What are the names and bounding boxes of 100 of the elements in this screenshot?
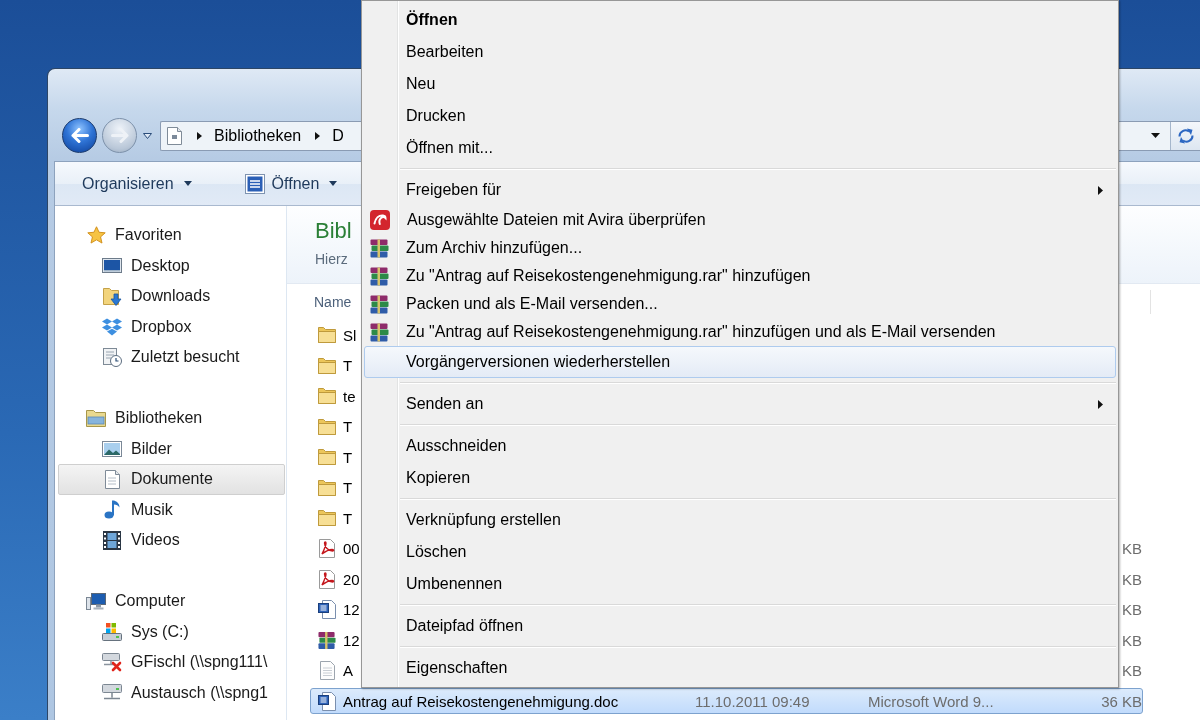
breadcrumb-item[interactable]: Bibliotheken — [214, 126, 302, 145]
arrow-right-icon — [110, 128, 129, 143]
back-button[interactable] — [62, 118, 97, 153]
folder-icon — [318, 357, 336, 374]
computer-icon — [86, 592, 106, 610]
folder-icon — [318, 388, 336, 405]
nav-item[interactable]: Downloads — [58, 281, 285, 312]
menu-item[interactable]: Ausgewählte Dateien mit Avira überprüfen — [364, 206, 1116, 234]
menu-item[interactable]: Zu "Antrag auf Reisekostengenehmigung.rar" hinzufügen und als E-Mail versenden — [364, 318, 1116, 346]
file-name: T — [343, 448, 353, 466]
library-title: Bibl — [315, 217, 352, 245]
nav-item[interactable]: Videos — [58, 525, 285, 556]
network-drive-icon — [102, 684, 122, 702]
toolbar-button[interactable]: Organisieren — [74, 168, 200, 199]
nav-item[interactable]: Bibliotheken — [58, 403, 285, 434]
folder-icon — [318, 418, 336, 435]
file-name: A — [343, 662, 353, 680]
caret-icon[interactable] — [143, 132, 152, 139]
menu-item[interactable]: Packen und als E-Mail versenden... — [364, 290, 1116, 318]
menu-item[interactable]: Zum Archiv hinzufügen... — [364, 234, 1116, 262]
drive-icon — [102, 622, 122, 641]
folder-icon — [318, 449, 336, 466]
menu-item[interactable]: Öffnen — [364, 4, 1116, 36]
file-name: Sl — [343, 326, 357, 344]
clock-document-icon — [102, 347, 122, 367]
menu-item[interactable]: Verknüpfung erstellen — [364, 504, 1116, 536]
folder-arrow-icon — [102, 286, 122, 307]
menu-item[interactable]: Dateipfad öffnen — [364, 610, 1116, 642]
nav-item[interactable]: Dropbox — [58, 311, 285, 342]
refresh-button[interactable] — [1170, 121, 1200, 150]
nav-item[interactable]: GFischl (\\spng111\ — [58, 647, 285, 678]
file-size: KB — [1122, 570, 1142, 588]
menu-item[interactable]: Löschen — [364, 536, 1116, 568]
file-size: 36 KB — [1101, 692, 1142, 710]
drive-cross-icon — [102, 652, 122, 672]
nav-item[interactable]: Dokumente — [58, 464, 285, 495]
folder-icon — [318, 479, 336, 496]
submenu-arrow-icon — [1098, 399, 1103, 409]
menu-item[interactable]: Senden an — [364, 388, 1116, 420]
folder-icon — [318, 327, 336, 344]
chevron-icon — [197, 131, 202, 140]
film-strip-icon — [103, 530, 121, 550]
file-name: 12 — [343, 601, 360, 619]
menu-item[interactable]: Umbenennen — [364, 568, 1116, 600]
file-name: Antrag auf Reisekostengenehmigung.doc — [343, 692, 619, 710]
file-size: KB — [1122, 540, 1142, 558]
text-document-icon — [319, 661, 335, 681]
file-name: te — [343, 387, 356, 405]
logo-tile-icon — [370, 210, 390, 230]
open-box-icon — [102, 317, 122, 336]
document-swirl-icon — [319, 539, 335, 559]
book-stack-icon — [370, 238, 389, 258]
caret-icon — [329, 181, 338, 186]
menu-item[interactable]: Freigeben für — [364, 174, 1116, 206]
arrow-left-icon — [70, 128, 89, 143]
refresh-icon — [1176, 127, 1195, 144]
music-note-icon — [104, 500, 120, 520]
nav-item[interactable]: Bilder — [58, 433, 285, 464]
nav-item[interactable]: Favoriten — [58, 220, 285, 251]
file-name: 12 — [343, 631, 360, 649]
nav-item[interactable]: Musik — [58, 494, 285, 525]
nav-item[interactable]: Desktop — [58, 250, 285, 281]
document-tile-icon — [244, 173, 265, 194]
nav-item[interactable]: Austausch (\\spng1 — [58, 677, 285, 708]
file-type: Microsoft Word 9... — [868, 692, 994, 710]
column-header[interactable]: Name — [314, 294, 352, 310]
file-date: 11.10.2011 09:49 — [695, 692, 810, 710]
book-stack-icon — [370, 322, 389, 342]
book-stack-icon — [370, 266, 389, 286]
document-tile-icon — [318, 600, 336, 620]
menu-item[interactable]: Neu — [364, 68, 1116, 100]
file-name: T — [343, 479, 353, 497]
library-subtitle: Hierz — [315, 250, 348, 269]
file-row[interactable]: Antrag auf Reisekostengenehmigung.doc 11.10.2011 09:49 Microsoft Word 9... 36 KB — [310, 688, 1143, 714]
document-swirl-icon — [319, 569, 335, 589]
file-size: KB — [1122, 601, 1142, 619]
file-size: KB — [1122, 662, 1142, 680]
menu-item[interactable]: Bearbeiten — [364, 36, 1116, 68]
nav-item[interactable]: Sys (C:) — [58, 616, 285, 647]
monitor-icon — [102, 258, 122, 274]
menu-item[interactable]: Öffnen mit... — [364, 132, 1116, 164]
document-icon — [167, 126, 182, 145]
folder-icon — [318, 510, 336, 527]
nav-item[interactable]: Computer — [58, 586, 285, 617]
menu-item[interactable]: Zu "Antrag auf Reisekostengenehmigung.rar" hinzufügen — [364, 262, 1116, 290]
menu-item[interactable]: Kopieren — [364, 462, 1116, 494]
caret-icon[interactable] — [1151, 133, 1160, 138]
book-stack-icon — [370, 294, 389, 314]
menu-item[interactable]: Eigenschaften — [364, 652, 1116, 684]
toolbar-button[interactable]: Öffnen — [236, 168, 346, 199]
nav-item[interactable]: Zuletzt besucht — [58, 342, 285, 373]
menu-item[interactable]: Ausschneiden — [364, 430, 1116, 462]
caret-icon — [183, 181, 192, 186]
file-size: KB — [1122, 631, 1142, 649]
menu-item[interactable]: Vorgängerversionen wiederherstellen — [364, 346, 1116, 378]
landscape-picture-icon — [102, 440, 122, 457]
star-icon — [86, 226, 106, 245]
menu-item[interactable]: Drucken — [364, 100, 1116, 132]
submenu-arrow-icon — [1098, 185, 1103, 195]
breadcrumb-item[interactable]: D — [332, 126, 344, 145]
